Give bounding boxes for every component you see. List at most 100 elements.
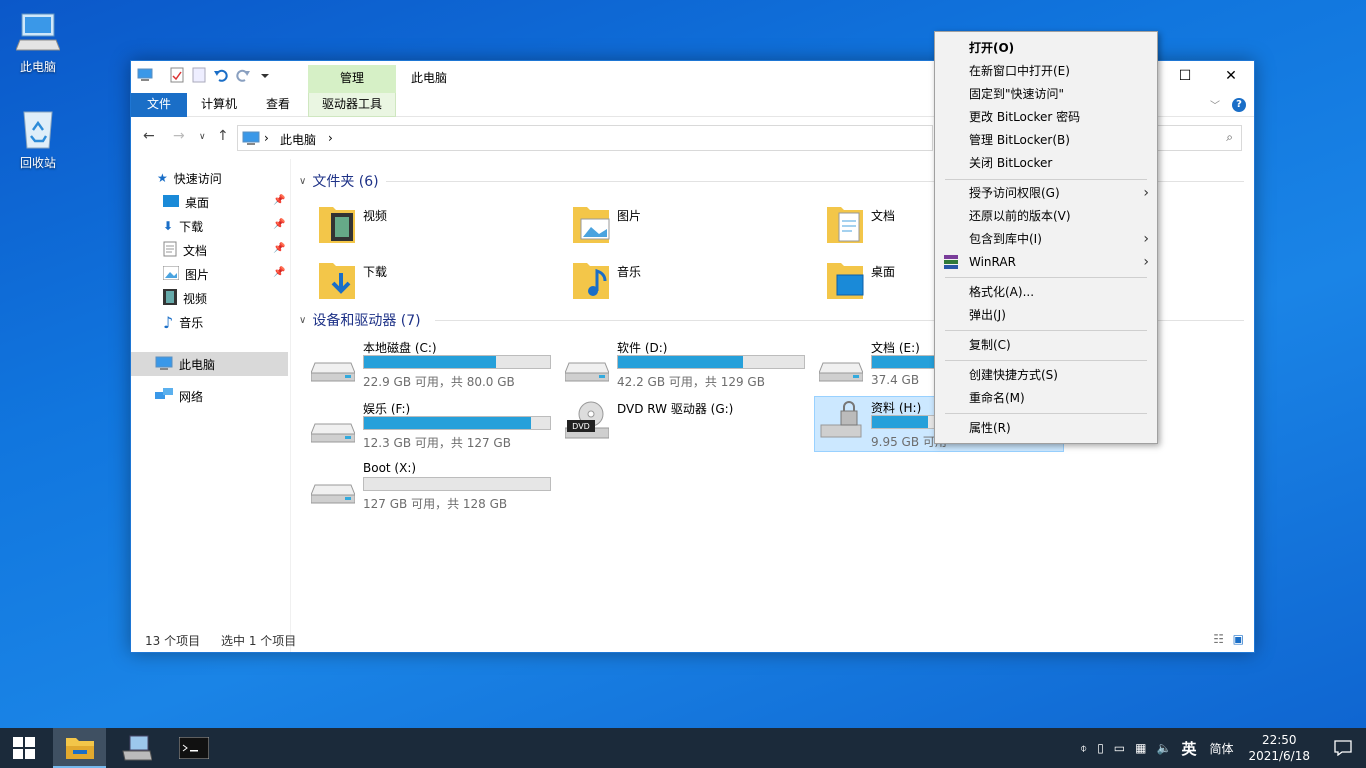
undo-icon[interactable] [213, 67, 229, 83]
details-view-icon[interactable]: ☷ [1213, 632, 1224, 646]
nav-item-music[interactable]: ♪ 音乐 [163, 311, 203, 333]
menu-item-properties[interactable]: 属性(R) [935, 417, 1157, 439]
menu-item-copy[interactable]: 复制(C) [935, 334, 1157, 356]
menu-item-eject[interactable]: 弹出(J) [935, 304, 1157, 326]
menu-item-rename[interactable]: 重命名(M) [935, 387, 1157, 409]
winrar-icon [944, 255, 958, 269]
nav-item-downloads[interactable]: ⬇ 下载 📌 [163, 215, 287, 237]
volume-icon[interactable]: 🔈 [1156, 741, 1171, 755]
folder-videos[interactable]: 视频 [317, 201, 557, 249]
breadcrumb[interactable]: 此电脑 [280, 131, 316, 148]
up-button[interactable]: ↑ [217, 128, 229, 144]
file-explorer-icon [65, 738, 94, 759]
menu-item-include-library[interactable]: 包含到库中(I) › [935, 228, 1157, 250]
menu-item-open[interactable]: 打开(O) [935, 37, 1157, 59]
back-button[interactable]: ← [143, 128, 155, 144]
forward-button[interactable]: → [173, 128, 185, 144]
drives-section-header[interactable]: ∨ 设备和驱动器 (7) [299, 310, 421, 330]
help-icon[interactable]: ? [1232, 97, 1246, 112]
menu-item-restore-versions[interactable]: 还原以前的版本(V) [935, 205, 1157, 227]
taskbar-control-panel[interactable] [110, 728, 163, 768]
tab-view[interactable]: 查看 [255, 93, 301, 117]
drive-size: 42.2 GB 可用，共 129 GB [617, 375, 765, 389]
nav-item-network[interactable]: 网络 [155, 385, 203, 407]
desktop-icon-recycle-bin[interactable]: 回收站 [0, 106, 76, 171]
menu-item-change-bitlocker-password[interactable]: 更改 BitLocker 密码 [935, 106, 1157, 128]
start-button[interactable] [0, 728, 48, 768]
nav-item-desktop[interactable]: 桌面 📌 [163, 191, 287, 213]
folder-downloads[interactable]: 下载 [317, 257, 557, 305]
pin-icon[interactable]: 📌 [273, 195, 285, 206]
recent-locations-button[interactable]: ∨ [199, 132, 206, 142]
taskbar-command-prompt[interactable] [167, 728, 220, 768]
tab-drive-tools[interactable]: 驱动器工具 [308, 93, 396, 117]
menu-item-create-shortcut[interactable]: 创建快捷方式(S) [935, 364, 1157, 386]
drive-item[interactable]: DVD DVD RW 驱动器 (G:) [565, 398, 815, 454]
folders-section-header[interactable]: ∨ 文件夹 (6) [299, 171, 379, 191]
nav-item-documents[interactable]: 文档 📌 [163, 239, 287, 261]
folder-pictures[interactable]: 图片 [571, 201, 811, 249]
nav-label: 视频 [183, 291, 208, 306]
menu-item-give-access[interactable]: 授予访问权限(G) › [935, 182, 1157, 204]
menu-item-pin-quick-access[interactable]: 固定到"快速访问" [935, 83, 1157, 105]
menu-item-format[interactable]: 格式化(A)... [935, 281, 1157, 303]
chevron-down-icon[interactable] [257, 67, 273, 83]
drive-usage-fill [872, 416, 928, 428]
desktop-icon-this-pc[interactable]: 此电脑 [0, 10, 76, 75]
search-icon: ⌕ [1226, 130, 1233, 144]
folder-label: 下载 [363, 265, 388, 279]
desktop-icon-label: 此电脑 [19, 60, 56, 74]
pin-icon[interactable]: 📌 [273, 243, 285, 254]
menu-item-winrar[interactable]: WinRAR › [935, 251, 1157, 273]
address-bar[interactable]: › 此电脑 › [237, 125, 933, 151]
search-input[interactable]: ⌕ [1158, 125, 1242, 151]
large-icons-view-icon[interactable]: ▣ [1233, 632, 1244, 646]
chevron-down-icon: ∨ [299, 175, 307, 187]
nav-item-this-pc[interactable]: 此电脑 [155, 353, 215, 375]
folder-label: 文档 [871, 209, 896, 223]
usb-icon[interactable]: ⌽ [1080, 741, 1087, 756]
music-icon: ♪ [163, 312, 174, 332]
properties-icon[interactable] [169, 67, 185, 83]
ime-language[interactable]: 英 [1181, 738, 1196, 759]
tab-file[interactable]: 文件 [131, 93, 187, 117]
menu-item-turn-off-bitlocker[interactable]: 关闭 BitLocker [935, 152, 1157, 174]
tab-computer[interactable]: 计算机 [193, 93, 245, 117]
notification-button[interactable] [1320, 728, 1366, 768]
new-folder-icon[interactable] [191, 67, 207, 83]
nav-item-pictures[interactable]: 图片 📌 [162, 263, 287, 285]
drive-item[interactable]: 娱乐 (F:) 12.3 GB 可用，共 127 GB [311, 398, 561, 454]
display-icon[interactable]: ▭ [1114, 741, 1125, 755]
pin-icon[interactable]: 📌 [273, 267, 285, 278]
ime-mode[interactable]: 简体 [1209, 740, 1233, 757]
close-button[interactable]: ✕ [1208, 61, 1254, 91]
nav-quick-access[interactable]: ★ 快速访问 [157, 167, 222, 189]
drive-item[interactable]: Boot (X:) 127 GB 可用，共 128 GB [311, 459, 561, 515]
pin-icon[interactable]: 📌 [273, 219, 285, 230]
chevron-right-icon[interactable]: › [328, 131, 333, 145]
drive-item[interactable]: 软件 (D:) 42.2 GB 可用，共 129 GB [565, 337, 815, 393]
star-icon: ★ [157, 171, 168, 185]
drive-usage-bar [363, 355, 551, 369]
nav-label: 此电脑 [179, 357, 216, 372]
windows-logo-icon [13, 737, 35, 759]
menu-item-open-new-window[interactable]: 在新窗口中打开(E) [935, 60, 1157, 82]
drive-size: 22.9 GB 可用，共 80.0 GB [363, 375, 515, 389]
redo-icon[interactable] [235, 67, 251, 83]
device-icon[interactable]: ▯ [1097, 741, 1104, 755]
menu-item-manage-bitlocker[interactable]: 管理 BitLocker(B) [935, 129, 1157, 151]
film-icon [163, 288, 177, 308]
folder-music[interactable]: 音乐 [571, 257, 811, 305]
clock[interactable]: 22:50 2021/6/18 [1248, 732, 1310, 764]
maximize-button[interactable]: ☐ [1162, 61, 1208, 91]
chevron-right-icon[interactable]: › [264, 131, 269, 145]
computer-icon [16, 13, 60, 51]
taskbar-file-explorer[interactable] [53, 728, 106, 768]
expand-ribbon-icon[interactable]: ﹀ [1210, 97, 1220, 112]
network-disconnected-icon[interactable]: ▦ [1135, 741, 1146, 755]
drive-item[interactable]: 本地磁盘 (C:) 22.9 GB 可用，共 80.0 GB [311, 337, 561, 393]
nav-item-videos[interactable]: 视频 [163, 287, 207, 309]
context-tab-manage[interactable]: 管理 [308, 65, 396, 93]
nav-label: 快速访问 [173, 171, 222, 186]
documents-folder-icon [827, 207, 863, 243]
